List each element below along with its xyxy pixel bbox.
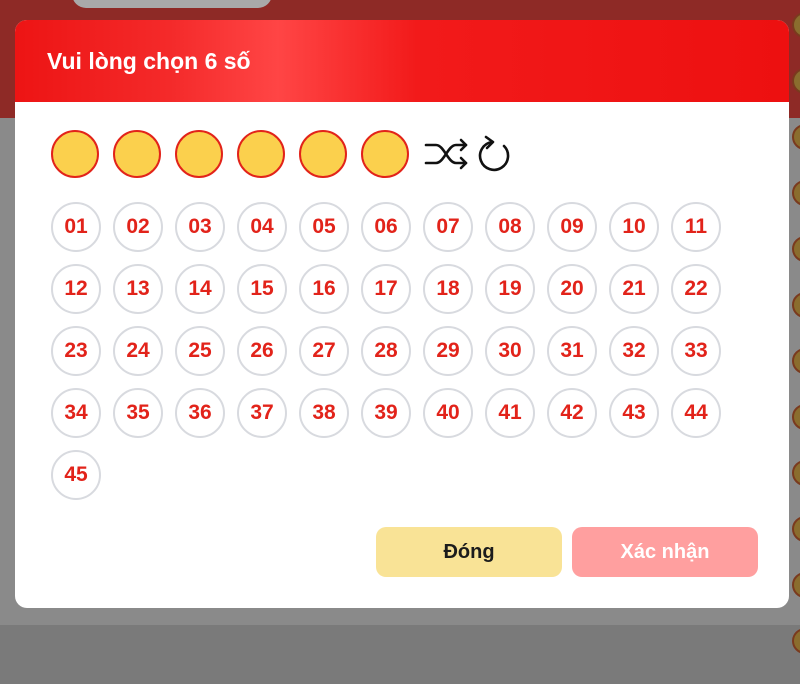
number-ball[interactable]: 12	[51, 264, 101, 314]
background-ball	[792, 292, 800, 318]
number-ball[interactable]: 04	[237, 202, 287, 252]
number-ball[interactable]: 29	[423, 326, 473, 376]
number-ball[interactable]: 41	[485, 388, 535, 438]
background-ball	[792, 124, 800, 150]
number-ball[interactable]: 43	[609, 388, 659, 438]
selected-slot[interactable]	[299, 130, 347, 178]
selected-slots	[51, 130, 423, 178]
number-ball[interactable]: 32	[609, 326, 659, 376]
number-ball[interactable]: 45	[51, 450, 101, 500]
number-ball[interactable]: 44	[671, 388, 721, 438]
number-ball[interactable]: 06	[361, 202, 411, 252]
number-ball[interactable]: 08	[485, 202, 535, 252]
number-ball[interactable]: 38	[299, 388, 349, 438]
number-ball[interactable]: 17	[361, 264, 411, 314]
shuffle-icon	[424, 138, 468, 170]
background-ball	[792, 460, 800, 486]
background-ball	[792, 348, 800, 374]
number-ball[interactable]: 23	[51, 326, 101, 376]
background-pill	[72, 0, 272, 8]
number-ball[interactable]: 40	[423, 388, 473, 438]
number-ball[interactable]: 01	[51, 202, 101, 252]
number-ball[interactable]: 02	[113, 202, 163, 252]
background-ball	[792, 68, 800, 94]
modal-title: Vui lòng chọn 6 số	[47, 47, 251, 74]
number-ball[interactable]: 31	[547, 326, 597, 376]
selected-slot[interactable]	[175, 130, 223, 178]
number-ball[interactable]: 37	[237, 388, 287, 438]
number-ball[interactable]: 24	[113, 326, 163, 376]
number-ball[interactable]: 36	[175, 388, 225, 438]
number-ball[interactable]: 14	[175, 264, 225, 314]
number-ball[interactable]: 20	[547, 264, 597, 314]
number-picker-modal: Vui lòng chọn 6 số 01 02 03 04 05 06 07 08 09 10 1…	[15, 20, 789, 608]
number-ball[interactable]: 34	[51, 388, 101, 438]
background-ball	[792, 572, 800, 598]
number-ball[interactable]: 39	[361, 388, 411, 438]
confirm-button[interactable]: Xác nhận	[572, 527, 758, 577]
number-ball[interactable]: 13	[113, 264, 163, 314]
background-ball	[792, 236, 800, 262]
background-ball	[792, 628, 800, 654]
number-ball[interactable]: 16	[299, 264, 349, 314]
number-ball[interactable]: 33	[671, 326, 721, 376]
number-ball[interactable]: 25	[175, 326, 225, 376]
background-ball	[792, 404, 800, 430]
selected-numbers-row	[51, 128, 519, 180]
number-ball[interactable]: 42	[547, 388, 597, 438]
number-ball[interactable]: 21	[609, 264, 659, 314]
shuffle-button[interactable]	[423, 130, 471, 178]
number-ball[interactable]: 09	[547, 202, 597, 252]
number-grid: 01 02 03 04 05 06 07 08 09 10 11 12 13 14 15 16 17 18 19 20…	[51, 202, 751, 500]
background-ball	[792, 12, 800, 38]
number-ball[interactable]: 30	[485, 326, 535, 376]
background-ball	[792, 180, 800, 206]
modal-header: Vui lòng chọn 6 số	[15, 20, 789, 102]
number-ball[interactable]: 15	[237, 264, 287, 314]
number-ball[interactable]: 26	[237, 326, 287, 376]
number-ball[interactable]: 11	[671, 202, 721, 252]
number-ball[interactable]: 22	[671, 264, 721, 314]
number-ball[interactable]: 05	[299, 202, 349, 252]
number-ball[interactable]: 03	[175, 202, 225, 252]
refresh-icon	[478, 135, 510, 172]
number-ball[interactable]: 10	[609, 202, 659, 252]
selected-slot[interactable]	[237, 130, 285, 178]
background-balls	[792, 12, 800, 684]
number-ball[interactable]: 07	[423, 202, 473, 252]
number-ball[interactable]: 27	[299, 326, 349, 376]
number-ball[interactable]: 28	[361, 326, 411, 376]
close-button[interactable]: Đóng	[376, 527, 562, 577]
reset-button[interactable]	[471, 130, 519, 178]
background-ball	[792, 516, 800, 542]
number-ball[interactable]: 35	[113, 388, 163, 438]
number-ball[interactable]: 18	[423, 264, 473, 314]
selected-slot[interactable]	[361, 130, 409, 178]
number-ball[interactable]: 19	[485, 264, 535, 314]
selected-slot[interactable]	[51, 130, 99, 178]
selected-slot[interactable]	[113, 130, 161, 178]
